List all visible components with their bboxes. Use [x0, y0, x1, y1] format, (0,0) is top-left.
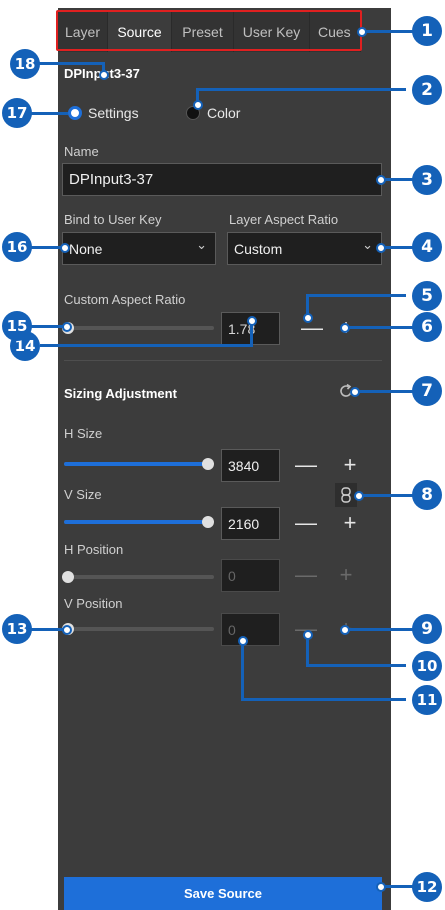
- callout-dot: [350, 387, 360, 397]
- callout-leader: [357, 494, 414, 497]
- callout-9: 9: [412, 614, 442, 644]
- callout-leader: [40, 344, 253, 347]
- callout-dot: [357, 27, 367, 37]
- callout-18: 18: [10, 49, 40, 79]
- callout-leader: [382, 246, 414, 249]
- settings-radio[interactable]: [68, 106, 82, 120]
- slider-knob[interactable]: [202, 458, 214, 470]
- callout-leader: [362, 30, 414, 33]
- v-size-slider[interactable]: [64, 516, 214, 528]
- h-size-input[interactable]: 3840: [221, 449, 280, 482]
- callout-leader: [306, 294, 406, 297]
- callout-5: 5: [412, 281, 442, 311]
- callout-dot: [376, 243, 386, 253]
- callout-4: 4: [412, 232, 442, 262]
- callout-dot: [62, 322, 72, 332]
- custom-aspect-slider[interactable]: [62, 322, 214, 334]
- callout-leader: [30, 112, 68, 115]
- callout-7: 7: [412, 376, 442, 406]
- callout-dot: [303, 313, 313, 323]
- tab-user-key[interactable]: User Key: [234, 12, 310, 52]
- save-source-button[interactable]: Save Source: [64, 877, 382, 910]
- callout-leader: [30, 246, 64, 249]
- callout-3: 3: [412, 165, 442, 195]
- slider-fill: [64, 462, 208, 466]
- h-position-input[interactable]: 0: [221, 559, 280, 592]
- tab-source[interactable]: Source: [108, 12, 172, 52]
- tab-cues[interactable]: Cues: [310, 12, 361, 52]
- chevron-down-icon: ⌄: [196, 237, 207, 252]
- h-position-plus-button[interactable]: +: [334, 564, 358, 586]
- settings-radio-label: Settings: [88, 105, 139, 121]
- h-position-slider[interactable]: [62, 571, 214, 583]
- v-size-plus-button[interactable]: +: [338, 512, 362, 534]
- callout-dot: [340, 625, 350, 635]
- tab-bar: Layer Source Preset User Key Cues: [58, 12, 361, 52]
- callout-dot: [247, 316, 257, 326]
- h-position-label: H Position: [64, 542, 124, 557]
- name-label: Name: [64, 144, 99, 159]
- name-input[interactable]: DPInput3-37: [62, 163, 382, 196]
- callout-leader: [38, 62, 104, 65]
- slider-fill: [64, 520, 208, 524]
- v-size-minus-button[interactable]: —: [294, 512, 318, 534]
- callout-dot: [376, 882, 386, 892]
- callout-dot: [354, 491, 364, 501]
- callout-leader: [306, 664, 406, 667]
- callout-8: 8: [412, 480, 442, 510]
- chevron-down-icon: ⌄: [362, 237, 373, 252]
- callout-leader: [346, 628, 414, 631]
- callout-leader: [196, 88, 406, 91]
- callout-dot: [303, 630, 313, 640]
- sizing-title: Sizing Adjustment: [64, 386, 177, 401]
- v-position-label: V Position: [64, 596, 123, 611]
- callout-dot: [376, 175, 386, 185]
- callout-10: 10: [412, 651, 442, 681]
- tab-layer[interactable]: Layer: [58, 12, 108, 52]
- callout-12: 12: [412, 872, 442, 902]
- layer-aspect-select[interactable]: Custom ⌄: [227, 232, 382, 265]
- h-size-plus-button[interactable]: +: [338, 454, 362, 476]
- custom-aspect-label: Custom Aspect Ratio: [64, 292, 186, 307]
- callout-leader: [241, 640, 244, 700]
- callout-13: 13: [2, 614, 32, 644]
- callout-6: 6: [412, 312, 442, 342]
- h-size-minus-button[interactable]: —: [294, 454, 318, 476]
- callout-1: 1: [412, 16, 442, 46]
- callout-leader: [382, 178, 414, 181]
- slider-knob[interactable]: [202, 516, 214, 528]
- bind-user-key-value: None: [69, 240, 103, 257]
- callout-dot: [99, 70, 109, 80]
- h-position-minus-button[interactable]: —: [294, 564, 318, 586]
- layer-aspect-label: Layer Aspect Ratio: [229, 212, 339, 227]
- callout-11: 11: [412, 685, 442, 715]
- h-size-slider[interactable]: [64, 458, 214, 470]
- v-position-slider[interactable]: [62, 623, 214, 635]
- divider: [64, 360, 382, 361]
- h-size-label: H Size: [64, 426, 103, 441]
- tab-preset[interactable]: Preset: [172, 12, 234, 52]
- slider-knob[interactable]: [62, 571, 74, 583]
- callout-dot: [340, 323, 350, 333]
- callout-16: 16: [2, 232, 32, 262]
- callout-15: 15: [2, 311, 32, 341]
- color-radio-label: Color: [207, 105, 241, 121]
- callout-leader: [354, 390, 414, 393]
- callout-dot: [193, 100, 203, 110]
- bind-user-key-label: Bind to User Key: [64, 212, 162, 227]
- callout-dot: [238, 636, 248, 646]
- callout-2: 2: [412, 75, 442, 105]
- bind-user-key-select[interactable]: None ⌄: [62, 232, 216, 265]
- v-position-input[interactable]: 0: [221, 613, 280, 646]
- v-size-label: V Size: [64, 487, 102, 502]
- callout-17: 17: [2, 98, 32, 128]
- callout-leader: [382, 885, 414, 888]
- callout-leader: [241, 698, 406, 701]
- callout-dot: [62, 625, 72, 635]
- v-size-input[interactable]: 2160: [221, 507, 280, 540]
- layer-aspect-value: Custom: [234, 240, 283, 257]
- callout-leader: [346, 326, 414, 329]
- callout-dot: [60, 243, 70, 253]
